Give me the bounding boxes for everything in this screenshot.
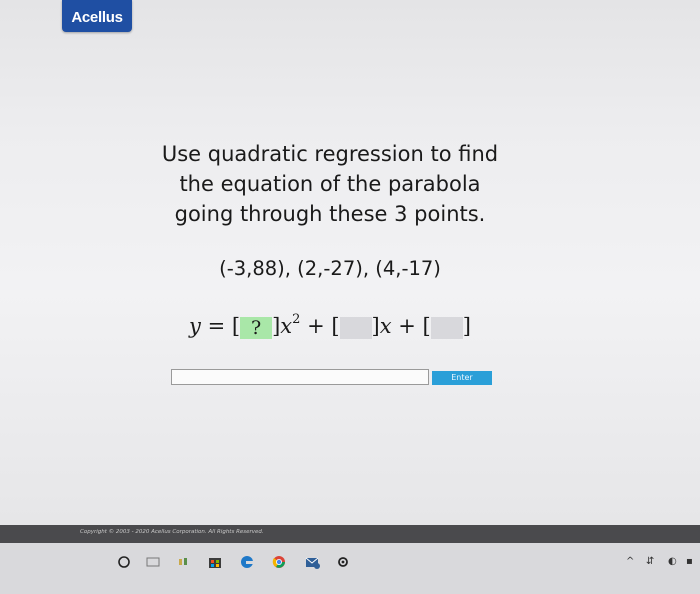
logo-peak-icon (86, 0, 108, 6)
mail-icon[interactable] (305, 555, 320, 569)
network-icon[interactable]: ⇵ (646, 556, 654, 567)
copyright-text: Copyright © 2003 - 2020 Acellus Corporat… (80, 529, 264, 535)
equation-template: y = [?]x2 + []x + [] (150, 312, 510, 339)
enter-button[interactable]: Enter (432, 371, 492, 385)
answer-input[interactable] (171, 369, 429, 385)
equation-equals: = [ (200, 314, 241, 338)
plus-bracket-c: + [ (398, 314, 431, 338)
settings-icon[interactable] (336, 555, 350, 569)
footer-bar: Copyright © 2003 - 2020 Acellus Corporat… (0, 525, 700, 543)
acellus-logo: Acellus (62, 0, 132, 32)
task-view-icon[interactable] (146, 555, 160, 569)
logo-text: Acellus (71, 9, 123, 26)
exponent: 2 (292, 312, 301, 327)
cortana-circle-icon[interactable] (117, 555, 131, 569)
volume-icon[interactable]: ◐ (668, 556, 677, 567)
question-line: going through these 3 points. (174, 202, 486, 226)
equation-x-squared: x (280, 314, 293, 338)
given-points: (-3,88), (2,-27), (4,-17) (219, 257, 441, 280)
coefficient-b-slot[interactable] (339, 316, 372, 339)
bracket-close-b: ] (371, 314, 380, 338)
bracket-close-c: ] (462, 314, 471, 338)
plus-bracket-b: + [ (307, 314, 340, 338)
question-line: Use quadratic regression to find (161, 142, 499, 166)
equation-y: y (189, 314, 201, 338)
acellus-screen: Acellus Use quadratic regression to find… (0, 0, 700, 525)
coefficient-a-slot[interactable]: ? (240, 316, 273, 339)
edge-icon[interactable] (240, 555, 254, 569)
equation-x: x (379, 314, 392, 338)
chevron-up-icon[interactable]: ^ (626, 556, 634, 567)
windows-taskbar: ^ ⇵ ◐ ▪ (0, 543, 700, 594)
store-icon[interactable] (208, 555, 222, 569)
keyboard-icon[interactable]: ▪ (686, 556, 693, 567)
question-line: the equation of the parabola (179, 172, 481, 196)
coefficient-c-slot[interactable] (430, 316, 463, 339)
question-text: Use quadratic regression to find the equ… (150, 139, 510, 229)
app-icon[interactable] (177, 555, 191, 569)
chrome-icon[interactable] (272, 555, 286, 569)
